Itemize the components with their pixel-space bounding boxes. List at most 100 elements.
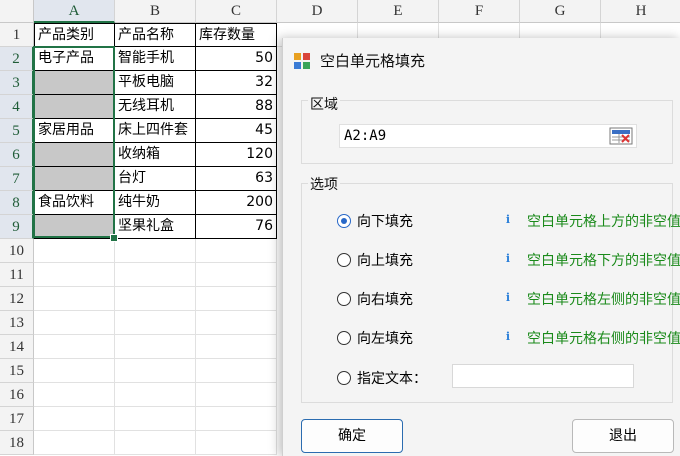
header-cell-name[interactable]: 产品名称 — [115, 23, 196, 47]
empty-cell[interactable] — [115, 287, 196, 311]
empty-cell[interactable] — [115, 335, 196, 359]
empty-cell[interactable] — [34, 335, 115, 359]
column-header-b[interactable]: B — [115, 0, 196, 23]
cell-product-name[interactable]: 无线耳机 — [115, 95, 196, 119]
fill-blank-cells-dialog: 空白单元格填充 区域 A2:A9 选项 向下填充 i 空白单元格上方的非空值 向上填充… — [282, 38, 680, 456]
row-header-9[interactable]: 9 — [0, 215, 34, 239]
range-picker-icon[interactable] — [609, 126, 633, 146]
custom-text-input[interactable] — [452, 364, 634, 388]
empty-cell[interactable] — [34, 431, 115, 455]
cell-category[interactable] — [34, 95, 115, 119]
header-cell-cat[interactable]: 产品类别 — [34, 23, 115, 47]
cell-quantity[interactable]: 120 — [196, 143, 277, 167]
radio-fill-0[interactable] — [337, 214, 351, 228]
dialog-title: 空白单元格填充 — [320, 52, 426, 70]
column-header-h[interactable]: H — [601, 0, 680, 23]
empty-cell[interactable] — [196, 287, 277, 311]
empty-cell[interactable] — [115, 407, 196, 431]
cell-product-name[interactable]: 纯牛奶 — [115, 191, 196, 215]
row-header-5[interactable]: 5 — [0, 119, 34, 143]
empty-cell[interactable] — [196, 383, 277, 407]
empty-cell[interactable] — [196, 335, 277, 359]
empty-cell[interactable] — [196, 431, 277, 455]
empty-cell[interactable] — [34, 383, 115, 407]
cell-quantity[interactable]: 50 — [196, 47, 277, 71]
row-header-12[interactable]: 12 — [0, 287, 34, 311]
cell-product-name[interactable]: 坚果礼盒 — [115, 215, 196, 239]
row-header-13[interactable]: 13 — [0, 311, 34, 335]
row-header-4[interactable]: 4 — [0, 95, 34, 119]
empty-cell[interactable] — [196, 359, 277, 383]
row-header-3[interactable]: 3 — [0, 71, 34, 95]
empty-cell[interactable] — [115, 359, 196, 383]
select-all-corner[interactable] — [0, 0, 34, 23]
app-icon — [294, 53, 310, 69]
row-header-1[interactable]: 1 — [0, 23, 34, 47]
column-header-a[interactable]: A — [34, 0, 115, 23]
cell-category[interactable] — [34, 215, 115, 239]
radio-custom-text[interactable] — [337, 371, 351, 385]
empty-cell[interactable] — [196, 407, 277, 431]
column-header-f[interactable]: F — [439, 0, 520, 23]
column-header-d[interactable]: D — [277, 0, 358, 23]
radio-fill-1[interactable] — [337, 253, 351, 267]
cell-category[interactable]: 食品饮料 — [34, 191, 115, 215]
dialog-titlebar[interactable]: 空白单元格填充 — [283, 38, 680, 82]
empty-cell[interactable] — [115, 383, 196, 407]
empty-cell[interactable] — [34, 239, 115, 263]
row-header-14[interactable]: 14 — [0, 335, 34, 359]
empty-cell[interactable] — [196, 239, 277, 263]
info-icon: i — [505, 330, 511, 343]
empty-cell[interactable] — [34, 311, 115, 335]
empty-cell[interactable] — [34, 263, 115, 287]
row-header-16[interactable]: 16 — [0, 383, 34, 407]
row-header-10[interactable]: 10 — [0, 239, 34, 263]
option-label: 向下填充 — [357, 214, 413, 230]
row-header-6[interactable]: 6 — [0, 143, 34, 167]
exit-button[interactable]: 退出 — [572, 419, 674, 453]
option-label: 向右填充 — [357, 292, 413, 308]
cell-category[interactable] — [34, 167, 115, 191]
column-header-e[interactable]: E — [358, 0, 439, 23]
row-header-17[interactable]: 17 — [0, 407, 34, 431]
empty-cell[interactable] — [196, 311, 277, 335]
row-header-7[interactable]: 7 — [0, 167, 34, 191]
empty-cell[interactable] — [115, 431, 196, 455]
cell-category[interactable]: 家居用品 — [34, 119, 115, 143]
ok-button[interactable]: 确定 — [301, 419, 403, 453]
radio-fill-2[interactable] — [337, 292, 351, 306]
cell-quantity[interactable]: 45 — [196, 119, 277, 143]
column-header-g[interactable]: G — [520, 0, 601, 23]
row-header-11[interactable]: 11 — [0, 263, 34, 287]
cell-product-name[interactable]: 收纳箱 — [115, 143, 196, 167]
radio-fill-3[interactable] — [337, 331, 351, 345]
cell-product-name[interactable]: 床上四件套 — [115, 119, 196, 143]
row-header-18[interactable]: 18 — [0, 431, 34, 455]
cell-category[interactable] — [34, 71, 115, 95]
options-group-label: 选项 — [308, 174, 340, 194]
cell-quantity[interactable]: 88 — [196, 95, 277, 119]
empty-cell[interactable] — [196, 263, 277, 287]
empty-cell[interactable] — [115, 263, 196, 287]
cell-category[interactable]: 电子产品 — [34, 47, 115, 71]
empty-cell[interactable] — [34, 287, 115, 311]
fill-handle[interactable] — [110, 234, 118, 242]
row-header-8[interactable]: 8 — [0, 191, 34, 215]
cell-quantity[interactable]: 32 — [196, 71, 277, 95]
cell-quantity[interactable]: 200 — [196, 191, 277, 215]
empty-cell[interactable] — [115, 239, 196, 263]
empty-cell[interactable] — [34, 407, 115, 431]
cell-quantity[interactable]: 63 — [196, 167, 277, 191]
row-header-15[interactable]: 15 — [0, 359, 34, 383]
range-input[interactable]: A2:A9 — [339, 124, 637, 148]
empty-cell[interactable] — [115, 311, 196, 335]
cell-product-name[interactable]: 智能手机 — [115, 47, 196, 71]
header-cell-qty[interactable]: 库存数量 — [196, 23, 277, 47]
empty-cell[interactable] — [34, 359, 115, 383]
row-header-2[interactable]: 2 — [0, 47, 34, 71]
cell-product-name[interactable]: 平板电脑 — [115, 71, 196, 95]
cell-category[interactable] — [34, 143, 115, 167]
cell-product-name[interactable]: 台灯 — [115, 167, 196, 191]
cell-quantity[interactable]: 76 — [196, 215, 277, 239]
column-header-c[interactable]: C — [196, 0, 277, 23]
